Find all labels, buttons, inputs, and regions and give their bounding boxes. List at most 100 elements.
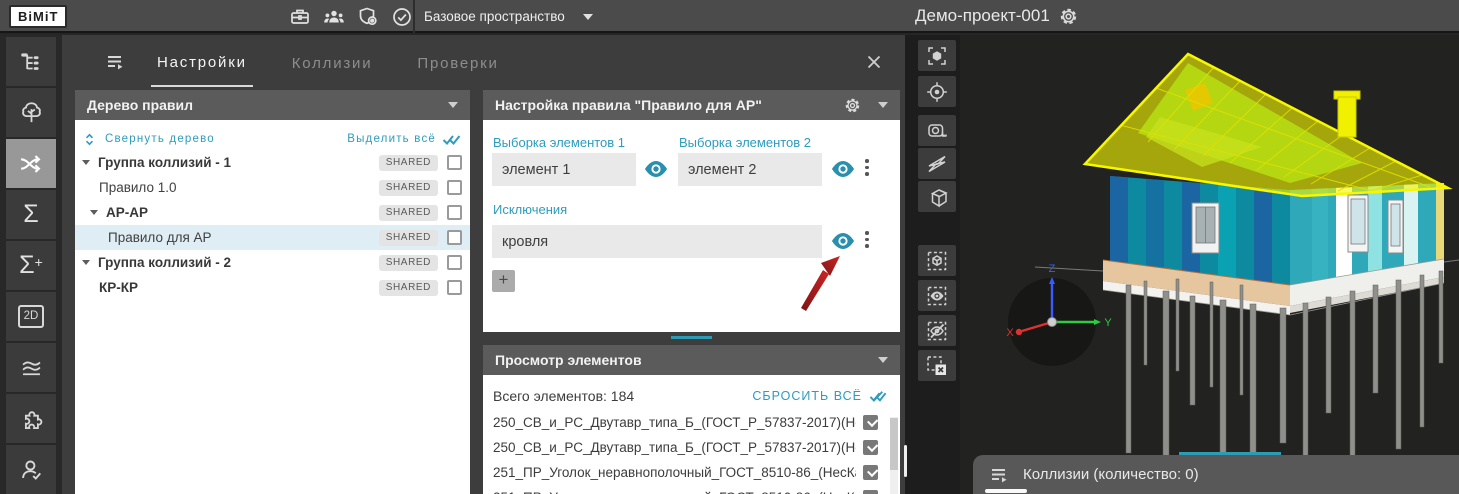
- focus-selection-button[interactable]: [918, 76, 956, 107]
- tree-row-group-2[interactable]: Группа коллизий - 2 SHARED: [75, 250, 470, 275]
- reset-all-link[interactable]: СБРОСИТЬ ВСЁ: [752, 389, 888, 404]
- collisions-hscrollbar-thumb[interactable]: [985, 489, 1027, 493]
- add-exclusion-button[interactable]: +: [492, 270, 515, 292]
- element-checkbox[interactable]: [863, 440, 878, 455]
- collapse-caret-icon[interactable]: [878, 357, 888, 363]
- zoom-fit-button[interactable]: [918, 40, 956, 71]
- workspace-selector[interactable]: Базовое пространство: [424, 0, 593, 33]
- collisions-bar-label: Коллизии (количество: 0): [1023, 466, 1199, 483]
- rule-gear-icon[interactable]: [843, 96, 862, 115]
- caret-down-icon[interactable]: [90, 210, 98, 215]
- top-toolbar: [287, 4, 414, 29]
- sidebar-item-plugins[interactable]: [6, 394, 56, 443]
- exclusions-input[interactable]: [492, 225, 822, 258]
- element-row[interactable]: 251_ПР_Уголок_неравнополочный_ГОСТ_8510-…: [483, 485, 900, 494]
- element-checkbox[interactable]: [863, 415, 878, 430]
- clear-selection-button[interactable]: [918, 350, 956, 381]
- panel-resize-handle[interactable]: [671, 336, 712, 339]
- check-circle-icon[interactable]: [389, 4, 414, 29]
- row-checkbox[interactable]: [447, 155, 462, 170]
- row-checkbox[interactable]: [447, 230, 462, 245]
- panel-scrollbar-thumb[interactable]: [904, 445, 907, 477]
- tree-row-group-1[interactable]: Группа коллизий - 1 SHARED: [75, 150, 470, 175]
- collapse-caret-icon[interactable]: [448, 102, 458, 108]
- collapse-tree-link[interactable]: Свернуть дерево: [105, 133, 215, 145]
- team-icon[interactable]: [321, 4, 346, 29]
- sidebar-item-model-structure[interactable]: [6, 37, 56, 86]
- rules-tree-panel: Дерево правил Свернуть дерево Выделить в…: [75, 90, 470, 494]
- tree-row-rule-for-ar[interactable]: Правило для АР SHARED: [75, 225, 470, 250]
- tree-row-rule-1-0[interactable]: Правило 1.0 SHARED: [75, 175, 470, 200]
- hide-selected-button[interactable]: [918, 315, 956, 346]
- rule-settings-header[interactable]: Настройка правила "Правило для АР": [483, 90, 900, 120]
- elements-preview-panel: Просмотр элементов Всего элементов: 184 …: [483, 345, 900, 494]
- exclusions-eye-icon[interactable]: [830, 232, 856, 250]
- rules-tree-header[interactable]: Дерево правил: [75, 90, 470, 120]
- waves-chart-icon: [18, 354, 45, 381]
- tab-collisions[interactable]: Коллизии: [286, 38, 379, 86]
- sidebar-item-spaces-tree[interactable]: [6, 88, 56, 137]
- element-row[interactable]: 251_ПР_Уголок_неравнополочный_ГОСТ_8510-…: [483, 460, 900, 485]
- elements-preview-body: Всего элементов: 184 СБРОСИТЬ ВСЁ 250_СВ…: [483, 375, 900, 494]
- collisions-shuffle-icon: [17, 150, 45, 178]
- shared-badge: SHARED: [379, 255, 438, 271]
- bimit-logo: BiMiT: [9, 5, 67, 28]
- elements-total: Всего элементов: 184: [493, 388, 634, 404]
- settings-workspace-panel: Настройки Коллизии Проверки Дерево прави…: [62, 35, 905, 494]
- element-row[interactable]: 250_СВ_и_РС_Двутавр_типа_Б_(ГОСТ_Р_57837…: [483, 435, 900, 460]
- element-row[interactable]: 250_СВ_и_РС_Двутавр_типа_Б_(ГОСТ_Р_57837…: [483, 410, 900, 435]
- 3d-model-house: Z Y X: [960, 35, 1459, 494]
- selection-more-menu-icon[interactable]: [865, 159, 869, 176]
- sidebar-item-specifications[interactable]: Σ: [6, 190, 56, 239]
- tree-icon: [18, 99, 45, 126]
- project-settings-gear-icon[interactable]: [1058, 6, 1079, 32]
- select-all-link[interactable]: Выделить всё: [347, 133, 436, 145]
- show-selected-button[interactable]: [918, 280, 956, 311]
- navigation-gizmo[interactable]: Z Y X: [1006, 263, 1112, 366]
- collisions-bar[interactable]: Коллизии (количество: 0): [973, 455, 1459, 494]
- selection1-input[interactable]: [492, 153, 636, 186]
- tab-settings[interactable]: Настройки: [151, 37, 253, 87]
- tab-checks[interactable]: Проверки: [411, 38, 504, 86]
- collapse-caret-icon[interactable]: [878, 102, 888, 108]
- sidebar-item-user-approve[interactable]: [6, 445, 56, 494]
- selection2-eye-icon[interactable]: [830, 160, 856, 178]
- selection-box-button[interactable]: [918, 245, 956, 276]
- selection2-input[interactable]: [678, 153, 822, 186]
- panel-menu-icon[interactable]: [105, 51, 127, 73]
- elements-preview-header[interactable]: Просмотр элементов: [483, 345, 900, 375]
- close-panel-icon[interactable]: [865, 53, 883, 71]
- element-checkbox[interactable]: [863, 490, 878, 494]
- caret-down-icon[interactable]: [82, 160, 90, 165]
- gizmo-y-label: Y: [1104, 317, 1112, 329]
- briefcase-icon[interactable]: [287, 4, 312, 29]
- sidebar-item-2d-docs[interactable]: 2D: [6, 292, 56, 341]
- exclusions-label: Исключения: [493, 202, 567, 217]
- selection2-label: Выборка элементов 2: [679, 135, 811, 150]
- row-checkbox[interactable]: [447, 180, 462, 195]
- chevron-down-icon: [583, 14, 593, 20]
- element-checkbox[interactable]: [863, 465, 878, 480]
- sidebar-item-specifications-plus[interactable]: Σ+: [6, 241, 56, 290]
- double-check-icon[interactable]: [442, 132, 462, 147]
- row-checkbox[interactable]: [447, 205, 462, 220]
- tree-row-kr-kr[interactable]: КР-КР SHARED: [75, 275, 470, 300]
- expand-collapse-icon[interactable]: [82, 131, 97, 148]
- row-checkbox[interactable]: [447, 280, 462, 295]
- shield-account-icon[interactable]: [355, 4, 380, 29]
- exclusions-more-menu-icon[interactable]: [865, 231, 869, 248]
- section-box-button[interactable]: [918, 181, 956, 212]
- tree-row-ar-ar[interactable]: АР-АР SHARED: [75, 200, 470, 225]
- row-checkbox[interactable]: [447, 255, 462, 270]
- 3d-viewport[interactable]: Z Y X Коллизии (количество: 0): [960, 35, 1459, 494]
- section-plane-button[interactable]: [918, 148, 956, 179]
- list-scrollbar-thumb[interactable]: [890, 418, 898, 470]
- sidebar-item-charts[interactable]: [6, 343, 56, 392]
- sidebar-item-collisions[interactable]: [6, 139, 56, 188]
- collisions-menu-icon[interactable]: [989, 464, 1011, 486]
- viewport-toolbar: [905, 35, 960, 494]
- selection1-eye-icon[interactable]: [643, 160, 669, 178]
- caret-down-icon[interactable]: [82, 260, 90, 265]
- measure-tape-button[interactable]: [918, 115, 956, 146]
- gizmo-z-label: Z: [1049, 263, 1056, 275]
